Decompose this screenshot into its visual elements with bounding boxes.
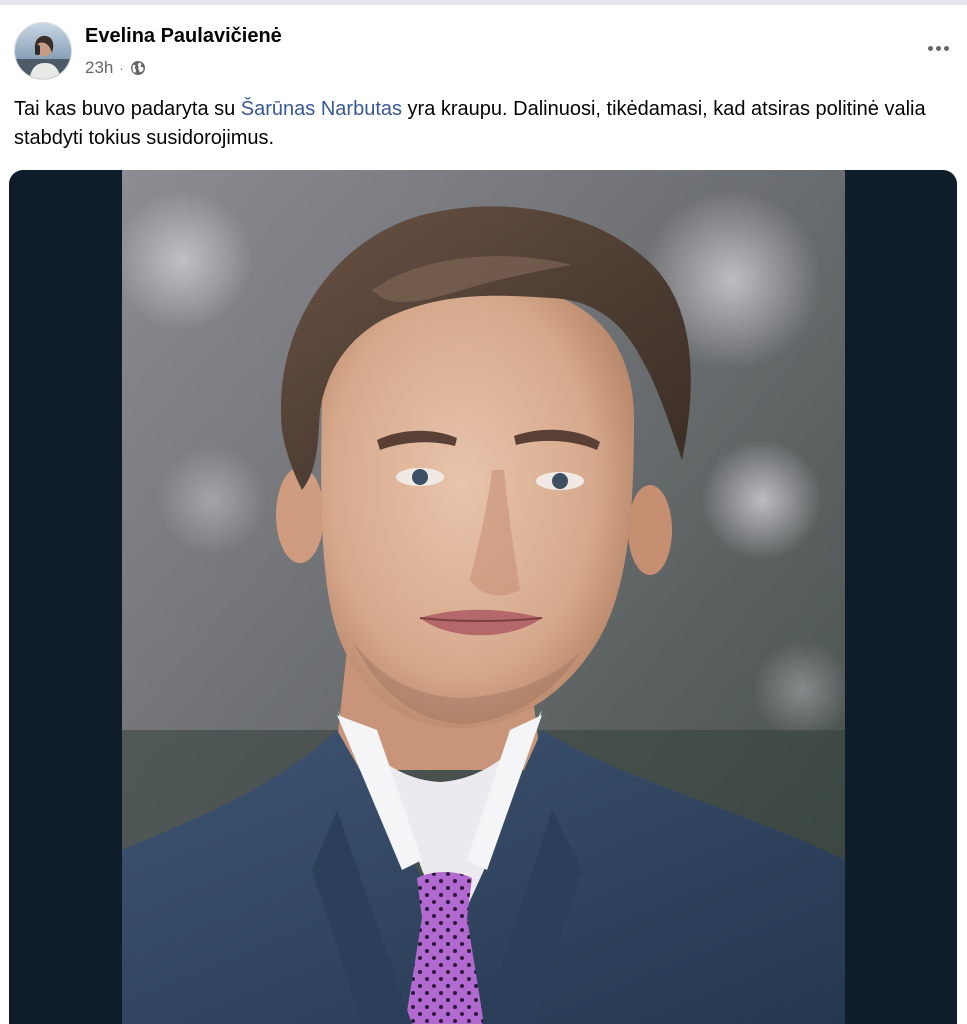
author-name[interactable]: Evelina Paulavičienė <box>85 25 282 48</box>
top-strip <box>0 0 967 5</box>
meta-separator: · <box>119 60 124 76</box>
author-avatar[interactable] <box>14 22 72 80</box>
more-dot <box>927 45 933 51</box>
post-text-start: Tai kas buvo padaryta su <box>14 98 241 120</box>
post-text: Tai kas buvo padaryta su Šarūnas Narbuta… <box>14 95 954 153</box>
portrait-photo[interactable] <box>122 170 845 1024</box>
post-header: Evelina Paulavičienė 23h · <box>14 20 954 82</box>
post-media[interactable] <box>9 170 957 1024</box>
post-timestamp[interactable]: 23h <box>85 58 113 78</box>
more-dot <box>943 45 949 51</box>
mention-link[interactable]: Šarūnas Narbutas <box>241 98 402 120</box>
more-dot <box>935 45 941 51</box>
post-meta: 23h · <box>85 57 146 79</box>
more-options-icon[interactable] <box>920 34 956 62</box>
globe-icon[interactable] <box>130 60 146 76</box>
